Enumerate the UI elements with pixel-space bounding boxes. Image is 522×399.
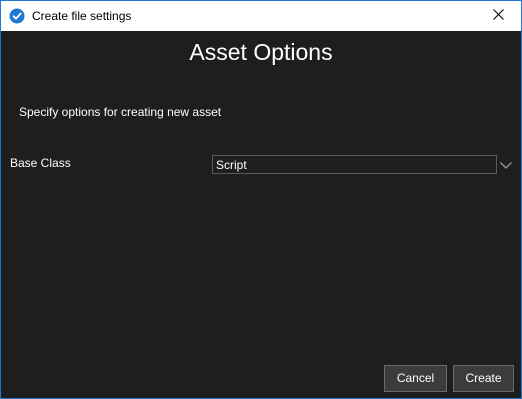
chevron-down-icon[interactable] [499, 158, 513, 172]
page-title: Asset Options [189, 39, 333, 65]
base-class-dropdown[interactable]: Script [212, 155, 513, 174]
base-class-label: Base Class [10, 156, 71, 170]
title-bar[interactable]: Create file settings [1, 1, 521, 31]
dialog-content: Asset Options Specify options for creati… [1, 31, 521, 398]
base-class-value: Script [216, 158, 247, 172]
close-icon [492, 7, 504, 25]
description-text: Specify options for creating new asset [19, 105, 222, 119]
dialog-window: Create file settings Asset Options Speci… [0, 0, 522, 399]
base-class-select-box[interactable]: Script [212, 155, 497, 174]
close-button[interactable] [475, 1, 521, 31]
cancel-button[interactable]: Cancel [384, 365, 447, 392]
window-title: Create file settings [32, 9, 132, 23]
app-logo-icon [9, 8, 25, 24]
create-button[interactable]: Create [453, 365, 514, 392]
